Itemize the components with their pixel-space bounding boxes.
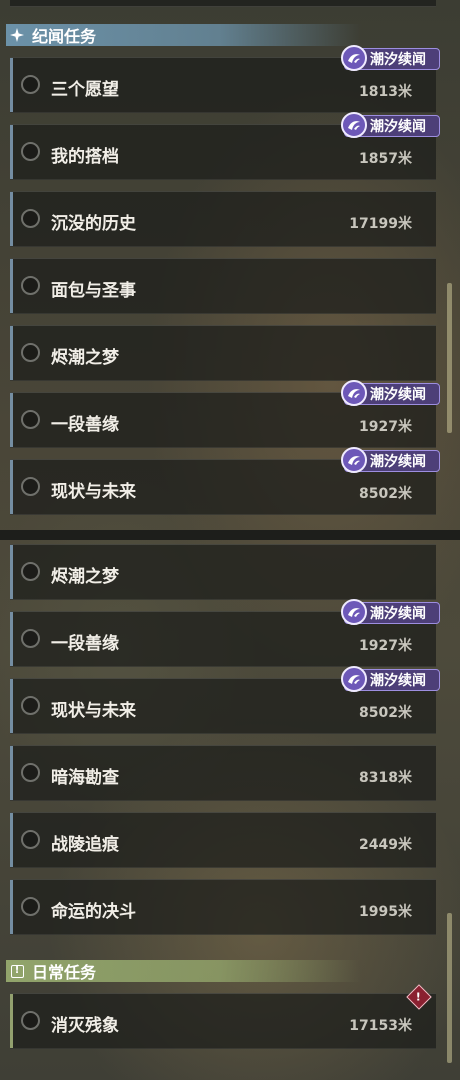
quest-distance: 17153米 (349, 1018, 412, 1034)
quest-distance: 1927米 (359, 638, 412, 654)
quest-distance: 1813米 (359, 84, 412, 100)
circle-radio-icon[interactable] (21, 696, 40, 715)
tide-tag-badge: 潮汐续闻 (341, 112, 440, 138)
quest-row[interactable]: 现状与未来 8502米 潮汐续闻 (10, 666, 440, 734)
quest-name: 我的搭档 (51, 147, 119, 167)
tag-label: 潮汐续闻 (370, 52, 426, 68)
quest-distance: 8502米 (359, 705, 412, 721)
quest-distance: 2449米 (359, 837, 412, 853)
quest-row[interactable]: 我的搭档 1857米 潮汐续闻 (10, 112, 440, 180)
quest-row[interactable]: 烬潮之梦 (10, 325, 436, 381)
quest-name: 命运的决斗 (51, 902, 136, 922)
tide-tag-badge: 潮汐续闻 (341, 380, 440, 406)
quest-name: 一段善缘 (51, 415, 119, 435)
quest-name: 一段善缘 (51, 634, 119, 654)
tag-label: 潮汐续闻 (370, 119, 426, 135)
circle-radio-icon[interactable] (21, 142, 40, 161)
quest-distance: 8318米 (359, 770, 412, 786)
panel-divider (0, 530, 460, 540)
tide-emblem-icon (341, 666, 367, 692)
quest-row[interactable]: 现状与未来 8502米 潮汐续闻 (10, 447, 440, 515)
quest-list-panel-top: 纪闻任务 三个愿望 1813米 潮汐续闻 我的搭档 1857米 潮汐续闻 沉没的… (0, 0, 460, 530)
quest-list-panel-bottom: 烬潮之梦 一段善缘 1927米 潮汐续闻 现状与未来 8502米 潮汐续闻 暗海… (0, 540, 460, 1080)
quest-name: 战陵追痕 (51, 835, 119, 855)
quest-name: 三个愿望 (51, 80, 119, 100)
quest-row[interactable]: 战陵追痕 2449米 (10, 812, 436, 868)
daily-quests-title: 日常任务 (32, 963, 97, 982)
quest-name: 现状与未来 (51, 701, 136, 721)
tide-emblem-icon (341, 112, 367, 138)
quest-row[interactable]: 消灭残象 17153米 ! (10, 984, 436, 1049)
lore-quests-title: 纪闻任务 (32, 27, 97, 46)
circle-radio-icon[interactable] (21, 830, 40, 849)
quest-row[interactable]: 一段善缘 1927米 潮汐续闻 (10, 380, 440, 448)
tide-emblem-icon (341, 380, 367, 406)
warning-diamond-icon: ! (406, 984, 432, 1010)
tag-label: 潮汐续闻 (370, 606, 426, 622)
circle-radio-icon[interactable] (21, 562, 40, 581)
circle-radio-icon[interactable] (21, 276, 40, 295)
quest-name: 暗海勘查 (51, 768, 119, 788)
quest-distance: 1927米 (359, 419, 412, 435)
quest-name: 沉没的历史 (51, 214, 136, 234)
quest-row[interactable]: 暗海勘查 8318米 (10, 745, 436, 801)
quest-row[interactable]: 烬潮之梦 (10, 544, 436, 600)
circle-radio-icon[interactable] (21, 343, 40, 362)
quest-row[interactable]: 面包与圣事 (10, 258, 436, 314)
sparkle-icon (6, 28, 28, 42)
circle-radio-icon[interactable] (21, 209, 40, 228)
tide-tag-badge: 潮汐续闻 (341, 666, 440, 692)
tide-tag-badge: 潮汐续闻 (341, 45, 440, 71)
quest-row[interactable]: 一段善缘 1927米 潮汐续闻 (10, 599, 440, 667)
quest-row[interactable]: 三个愿望 1813米 潮汐续闻 (10, 45, 440, 113)
tag-label: 潮汐续闻 (370, 387, 426, 403)
circle-radio-icon[interactable] (21, 477, 40, 496)
circle-radio-icon[interactable] (21, 629, 40, 648)
tide-emblem-icon (341, 45, 367, 71)
tide-emblem-icon (341, 599, 367, 625)
circle-radio-icon[interactable] (21, 1011, 40, 1030)
circle-radio-icon[interactable] (21, 410, 40, 429)
quest-distance: 1995米 (359, 904, 412, 920)
scrollbar-thumb[interactable] (447, 283, 452, 433)
quest-distance: 17199米 (349, 216, 412, 232)
tide-tag-badge: 潮汐续闻 (341, 447, 440, 473)
tide-tag-badge: 潮汐续闻 (341, 599, 440, 625)
alert-box-icon: ! (6, 964, 28, 978)
tag-label: 潮汐续闻 (370, 454, 426, 470)
quest-name: 消灭残象 (51, 1016, 119, 1036)
lore-quests-header[interactable]: 纪闻任务 (6, 24, 361, 46)
quest-distance: 8502米 (359, 486, 412, 502)
quest-row-partial (10, 0, 436, 7)
quest-row[interactable]: 沉没的历史 17199米 (10, 191, 436, 247)
tide-emblem-icon (341, 447, 367, 473)
quest-name: 烬潮之梦 (51, 348, 119, 368)
quest-name: 现状与未来 (51, 482, 136, 502)
quest-row[interactable]: 命运的决斗 1995米 (10, 879, 436, 935)
quest-name: 面包与圣事 (51, 281, 136, 301)
circle-radio-icon[interactable] (21, 75, 40, 94)
tag-label: 潮汐续闻 (370, 673, 426, 689)
scrollbar-thumb[interactable] (447, 913, 452, 1063)
quest-distance: 1857米 (359, 151, 412, 167)
daily-quests-header[interactable]: ! 日常任务 (6, 960, 361, 982)
circle-radio-icon[interactable] (21, 763, 40, 782)
quest-name: 烬潮之梦 (51, 567, 119, 587)
circle-radio-icon[interactable] (21, 897, 40, 916)
